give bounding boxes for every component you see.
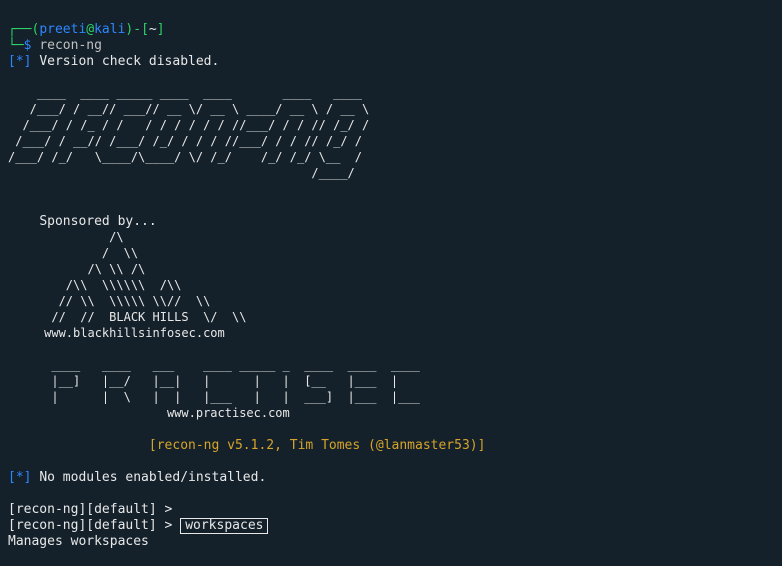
version-line: [recon-ng v5.1.2, Tim Tomes (@lanmaster5… — [8, 438, 485, 453]
version-check-line: [*] Version check disabled. — [8, 54, 219, 69]
highlighted-workspaces-command: workspaces — [180, 518, 268, 534]
prompt-line-2: └─$ recon-ng — [8, 38, 102, 53]
recon-prompt-1: [recon-ng][default] > — [8, 502, 172, 517]
ascii-recon-ng-logo: ____ ____ _____ ____ ____ ____ ____ /___… — [8, 86, 369, 180]
no-modules-line: [*] No modules enabled/installed. — [8, 470, 266, 485]
command-text: recon-ng — [39, 38, 102, 53]
terminal[interactable]: ┌──(preeti@kali)-[~] └─$ recon-ng [*] Ve… — [0, 0, 782, 566]
sponsored-by-row: Sponsored by... — [8, 214, 157, 229]
ascii-practisec: ____ ____ ___ ____ _____ _ ____ ____ ___… — [8, 358, 420, 420]
ascii-blackhills: /\ / \\ /\ \\ /\ /\\ \\\\\\ /\\ // \\ \\… — [8, 230, 246, 340]
workspaces-description: Manages workspaces — [8, 534, 149, 549]
prompt-line-1: ┌──(preeti@kali)-[~] — [8, 22, 165, 37]
sponsored-by-label: Sponsored by... — [39, 214, 156, 229]
recon-prompt-2: [recon-ng][default] > workspaces — [8, 518, 268, 533]
